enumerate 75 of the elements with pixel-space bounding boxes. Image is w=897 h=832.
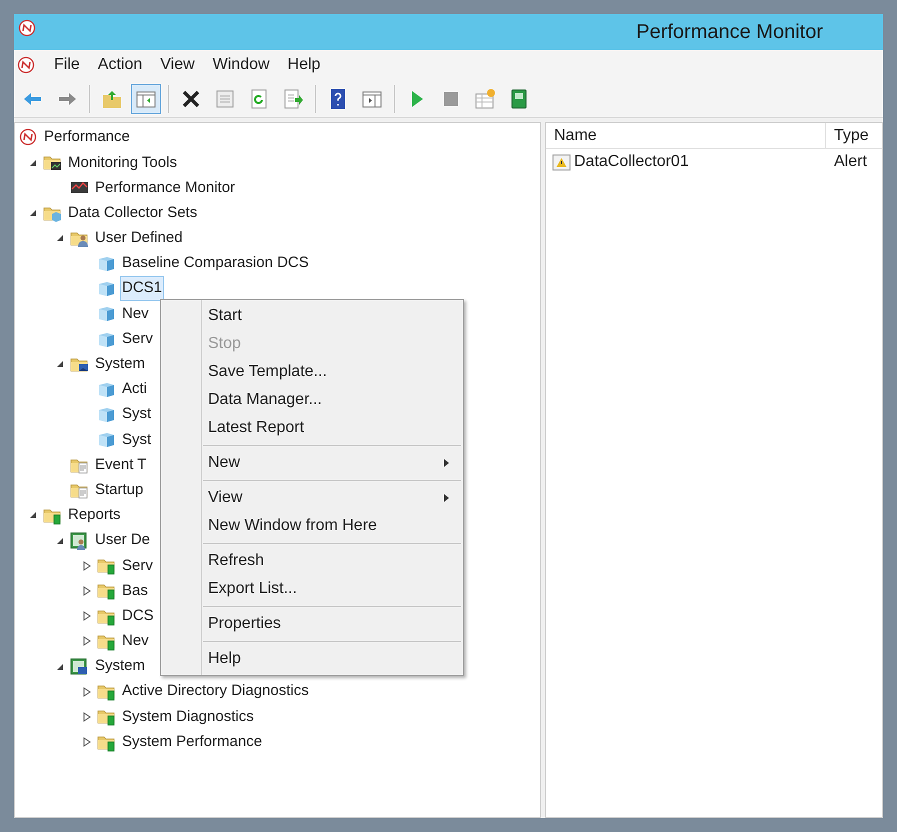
- properties-icon: [214, 88, 236, 110]
- tree-item[interactable]: Serv: [120, 554, 155, 578]
- tree-item[interactable]: DCS: [120, 604, 156, 628]
- menu-item[interactable]: Action: [90, 53, 150, 77]
- column-header[interactable]: Type: [826, 123, 882, 148]
- collapsed-arrow-icon[interactable]: [83, 737, 91, 748]
- cube-icon: [97, 430, 116, 450]
- menu-item[interactable]: Refresh: [161, 547, 463, 575]
- collapsed-arrow-icon[interactable]: [83, 586, 91, 596]
- menu-item[interactable]: Start: [161, 302, 463, 330]
- menu-item[interactable]: Data Manager...: [161, 386, 463, 414]
- performance-icon: [19, 128, 38, 148]
- tree-item[interactable]: Acti: [120, 377, 150, 402]
- cube-icon: [97, 279, 116, 298]
- tree-item[interactable]: DCS1: [120, 276, 164, 301]
- tree-item[interactable]: System Performance: [120, 730, 264, 754]
- table-icon: [474, 88, 496, 110]
- cube-icon: [97, 254, 116, 274]
- tree-item[interactable]: System: [93, 352, 148, 377]
- menu-item[interactable]: Properties: [161, 610, 463, 638]
- menu-item[interactable]: Window: [204, 53, 278, 77]
- tree-item[interactable]: Performance Monitor: [93, 176, 238, 200]
- cube-icon: [97, 405, 116, 424]
- expanded-arrow-icon[interactable]: [56, 234, 64, 242]
- tree-item[interactable]: Reports: [66, 503, 123, 528]
- expanded-arrow-icon[interactable]: [29, 209, 37, 218]
- console-tree-button[interactable]: [131, 84, 161, 114]
- tree-item[interactable]: Syst: [120, 428, 154, 452]
- tree-item[interactable]: Event T: [93, 452, 148, 478]
- table-cell-text: Alert: [833, 152, 868, 172]
- tree-item[interactable]: Nev: [120, 629, 151, 654]
- column-header[interactable]: Name: [546, 123, 826, 148]
- expanded-arrow-icon[interactable]: [56, 662, 64, 671]
- list-item[interactable]: DataCollector01: [574, 150, 689, 174]
- menu-item[interactable]: View: [161, 484, 463, 512]
- app-icon[interactable]: [17, 56, 36, 74]
- expanded-arrow-icon[interactable]: [56, 360, 64, 368]
- tree-item[interactable]: Nev: [120, 302, 151, 326]
- tree-item[interactable]: Monitoring Tools: [66, 150, 179, 176]
- app-icon: [18, 18, 37, 38]
- collapsed-arrow-icon[interactable]: [83, 611, 91, 622]
- menu-item[interactable]: Latest Report: [161, 414, 463, 442]
- expanded-arrow-icon[interactable]: [29, 511, 37, 520]
- tree-item[interactable]: System: [93, 654, 148, 679]
- cube-icon: [97, 304, 116, 324]
- collapsed-arrow-icon[interactable]: [83, 686, 91, 697]
- tree-item[interactable]: Data Collector Sets: [66, 200, 200, 226]
- tree-item[interactable]: Baseline Comparasion DCS: [120, 251, 311, 276]
- tree-item[interactable]: User Defined: [93, 226, 185, 251]
- menu-item[interactable]: Help: [280, 53, 328, 77]
- menu-item[interactable]: Export List...: [161, 575, 463, 603]
- report-icon: [70, 657, 89, 676]
- collapsed-arrow-icon[interactable]: [83, 560, 91, 571]
- tree-item[interactable]: Syst: [120, 402, 154, 427]
- tree-item[interactable]: User De: [93, 528, 152, 553]
- window-title: Performance Monitor: [636, 20, 823, 45]
- alert-icon: [552, 152, 571, 172]
- expanded-arrow-icon[interactable]: [29, 158, 37, 167]
- menu-item[interactable]: View: [152, 53, 203, 77]
- tree-item[interactable]: Startup: [93, 478, 146, 502]
- collapsed-arrow-icon[interactable]: [83, 712, 91, 722]
- export-icon: [282, 88, 304, 110]
- report-icon: [70, 531, 89, 550]
- menu-item[interactable]: Save Template...: [161, 358, 463, 386]
- expanded-arrow-icon[interactable]: [56, 536, 64, 545]
- tree-item[interactable]: System Diagnostics: [120, 704, 256, 730]
- collapsed-arrow-icon[interactable]: [83, 636, 91, 646]
- menu-item[interactable]: Help: [161, 645, 463, 673]
- tree-item[interactable]: Serv: [120, 326, 155, 352]
- menu-item[interactable]: New Window from Here: [161, 512, 463, 540]
- tree-item[interactable]: Bas: [120, 578, 150, 604]
- tree-item[interactable]: Active Directory Diagnostics: [120, 679, 311, 704]
- menu-item[interactable]: New: [161, 449, 463, 477]
- menu-item[interactable]: File: [46, 53, 88, 77]
- tree-item[interactable]: Performance: [42, 125, 132, 150]
